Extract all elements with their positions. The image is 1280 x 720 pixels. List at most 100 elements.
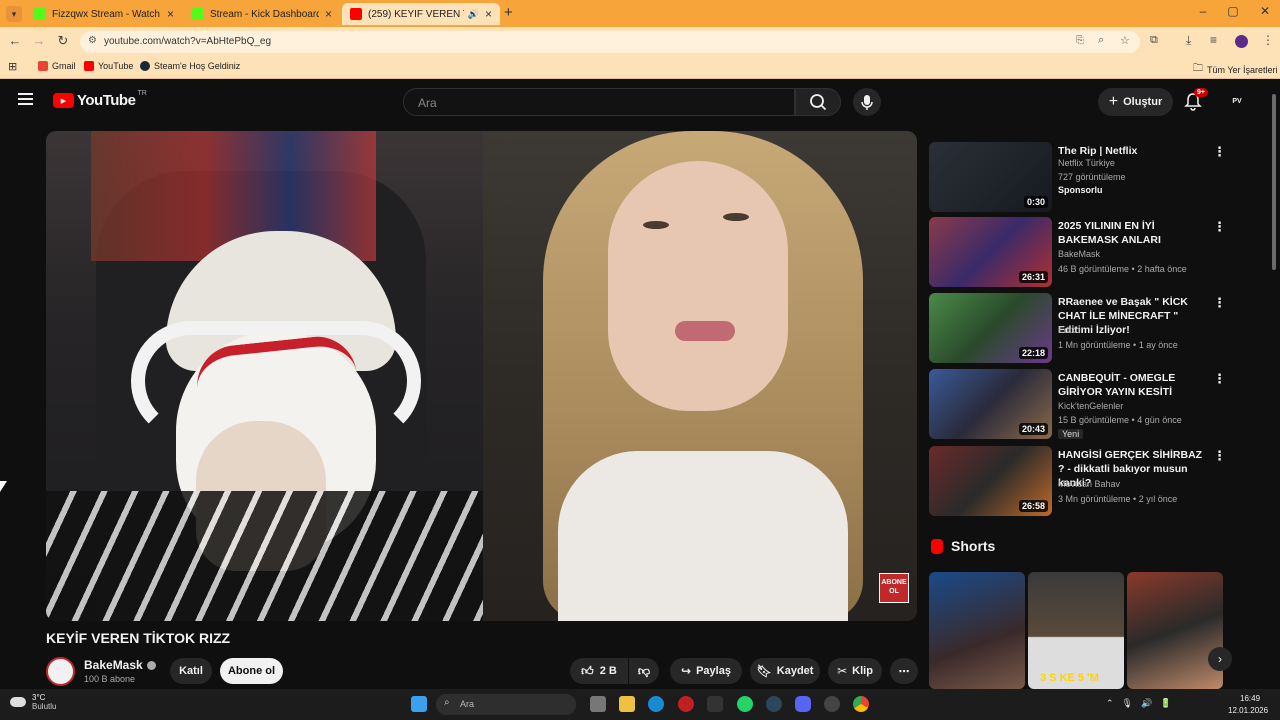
tab-title: Fizzqwx Stream - Watch Live on Kick (52, 8, 161, 20)
recommendation-item[interactable]: 26:31 2025 YILININ EN İYİ BAKEMASK ANLAR… (929, 217, 1229, 287)
back-button[interactable]: ← (6, 33, 24, 48)
clip-button[interactable]: ✂ Klip (828, 658, 882, 684)
search-button[interactable] (795, 88, 841, 116)
minimize-button[interactable]: – (1188, 4, 1218, 18)
more-options-icon[interactable]: ⋮ (1213, 144, 1226, 160)
clock-date[interactable]: 12.01.2026 (1228, 706, 1268, 715)
menu-icon[interactable]: ⋮ (1262, 33, 1274, 47)
windows-start-icon[interactable] (411, 696, 427, 712)
subscribe-overlay-badge[interactable]: ABONE OL (879, 573, 909, 603)
hamburger-menu-icon[interactable] (18, 93, 33, 105)
app-icon[interactable] (678, 696, 694, 712)
search-input[interactable]: Ara (403, 88, 795, 116)
maximize-button[interactable]: ▢ (1218, 4, 1248, 18)
more-options-icon[interactable]: ⋮ (1213, 371, 1226, 387)
whatsapp-icon[interactable] (737, 696, 753, 712)
video-player[interactable]: ABONE OL (46, 131, 917, 621)
save-button[interactable]: 🔖︎ Kaydet (750, 658, 820, 684)
shorts-title: Shorts (951, 538, 996, 554)
tray-icons[interactable]: ⌃🎙🔊🔋 (1106, 698, 1179, 709)
channel-name[interactable]: BakeMask (84, 658, 156, 672)
file-explorer-icon[interactable] (619, 696, 635, 712)
bookmark-youtube[interactable]: YouTube (84, 61, 133, 71)
like-button[interactable]: 👍︎ 2 B (570, 658, 628, 684)
short-thumbnail[interactable] (1127, 572, 1223, 689)
channel-avatar[interactable] (46, 657, 75, 686)
edge-icon[interactable] (648, 696, 664, 712)
short-thumbnail[interactable] (929, 572, 1025, 689)
weather-widget[interactable]: 3°C Bulutlu (10, 693, 56, 711)
youtube-logo[interactable]: ▶ YouTube TR (53, 90, 147, 109)
video-thumbnail: 0:30 (929, 142, 1052, 212)
close-window-button[interactable]: ✕ (1250, 4, 1280, 18)
steam-icon (140, 61, 150, 71)
install-icon[interactable]: ⎘ (1076, 35, 1084, 46)
app-icon[interactable] (707, 696, 723, 712)
bookmark-icon: 🔖︎ (756, 664, 772, 678)
all-bookmarks[interactable]: 🗀 Tüm Yer İşaretleri (1193, 61, 1278, 78)
youtube-play-icon: ▶ (53, 93, 74, 108)
media-icon[interactable]: ≡ (1210, 33, 1217, 47)
recommendation-item[interactable]: 20:43 CANBEQUİT - OMEGLE GİRİYOR YAYIN K… (929, 369, 1229, 439)
site-info-icon[interactable]: ⚙ (88, 35, 97, 46)
recommendation-item[interactable]: 0:30 The Rip | Netflix Netflix Türkiye 7… (929, 142, 1229, 212)
new-tab-button[interactable]: + (504, 4, 513, 21)
folder-icon: 🗀 (1193, 63, 1203, 74)
dislike-button[interactable]: 👎︎ (629, 658, 659, 684)
tab-kick-watch[interactable]: Fizzqwx Stream - Watch Live on Kick × (26, 3, 182, 25)
recommendation-meta: 3 Mn görüntüleme • 2 yıl önce (1058, 494, 1178, 504)
forward-button[interactable]: → (30, 33, 48, 48)
account-avatar[interactable]: PV (1226, 90, 1248, 112)
duration-badge: 0:30 (1023, 196, 1048, 208)
save-label: Kaydet (776, 665, 814, 677)
taskbar-search[interactable]: ⌕ Ara (436, 694, 576, 715)
tab-search-icon[interactable]: ▾ (6, 6, 22, 22)
close-icon[interactable]: × (325, 7, 332, 21)
more-options-icon[interactable]: ⋮ (1213, 448, 1226, 464)
bookmark-steam[interactable]: Steam'e Hoş Geldiniz (140, 61, 240, 71)
profile-avatar[interactable] (1235, 35, 1248, 48)
create-button[interactable]: + Oluştur (1098, 88, 1173, 116)
clock-time[interactable]: 16:49 (1240, 694, 1260, 703)
more-options-icon[interactable]: ⋮ (1213, 219, 1226, 235)
recommendation-item[interactable]: 22:18 RRaenee ve Başak " KİCK CHAT İLE M… (929, 293, 1229, 363)
obs-icon[interactable] (824, 696, 840, 712)
bookmark-gmail[interactable]: Gmail (38, 61, 76, 71)
close-icon[interactable]: × (485, 7, 492, 21)
discord-icon[interactable] (795, 696, 811, 712)
url-text: youtube.com/watch?v=AbHtePbQ_eg (104, 36, 272, 47)
download-icon[interactable]: ⤓ (1186, 33, 1191, 48)
create-label: Oluştur (1123, 96, 1163, 108)
notifications-button[interactable]: 9+ (1184, 88, 1208, 117)
extensions-icon[interactable]: ⧉ (1150, 34, 1158, 47)
join-button[interactable]: Katıl (170, 658, 212, 684)
recommendation-channel: BakeMask (1058, 249, 1101, 259)
tab-kick-dashboard[interactable]: Stream - Kick Dashboard × (184, 3, 340, 25)
url-bar[interactable]: ⚙ youtube.com/watch?v=AbHtePbQ_eg ⎘ ⌕ ☆ (80, 31, 1140, 53)
short-thumbnail[interactable]: 3 S KE 5 'M (1028, 572, 1124, 689)
chrome-icon[interactable] (853, 696, 869, 712)
apps-icon[interactable]: ⊞ (8, 60, 17, 73)
bookmark-star-icon[interactable]: ☆ (1120, 34, 1130, 47)
task-view-icon[interactable] (590, 696, 606, 712)
steam-icon[interactable] (766, 696, 782, 712)
zoom-icon[interactable]: ⌕ (1098, 34, 1104, 47)
duration-badge: 22:18 (1018, 347, 1048, 359)
voice-search-button[interactable] (853, 88, 881, 116)
more-options-icon[interactable]: ⋮ (1213, 295, 1226, 311)
thumbs-down-icon: 👎︎ (637, 663, 651, 678)
video-left-panel (46, 131, 483, 621)
close-icon[interactable]: × (167, 7, 174, 21)
reload-button[interactable]: ↻ (54, 33, 72, 49)
audio-icon[interactable]: 🔊 (468, 9, 479, 20)
plus-icon: + (1108, 93, 1119, 110)
bookmark-label: YouTube (98, 61, 134, 71)
page-scrollbar[interactable] (1272, 94, 1276, 270)
subscribe-button[interactable]: Abone ol (220, 658, 283, 684)
tab-youtube[interactable]: (259) KEYİF VEREN TİKTOK RIZZ - YouTube … (342, 3, 500, 25)
more-actions-button[interactable]: ⋯ (890, 658, 918, 684)
recommendation-item[interactable]: 26:58 HANGİSİ GERÇEK SİHİRBAZ ? - dikkat… (929, 446, 1229, 516)
share-button[interactable]: ↪ Paylaş (670, 658, 742, 684)
shorts-next-button[interactable]: › (1208, 647, 1232, 671)
tab-title: (259) KEYİF VEREN TİKTOK RIZZ - YouTube (368, 8, 464, 20)
